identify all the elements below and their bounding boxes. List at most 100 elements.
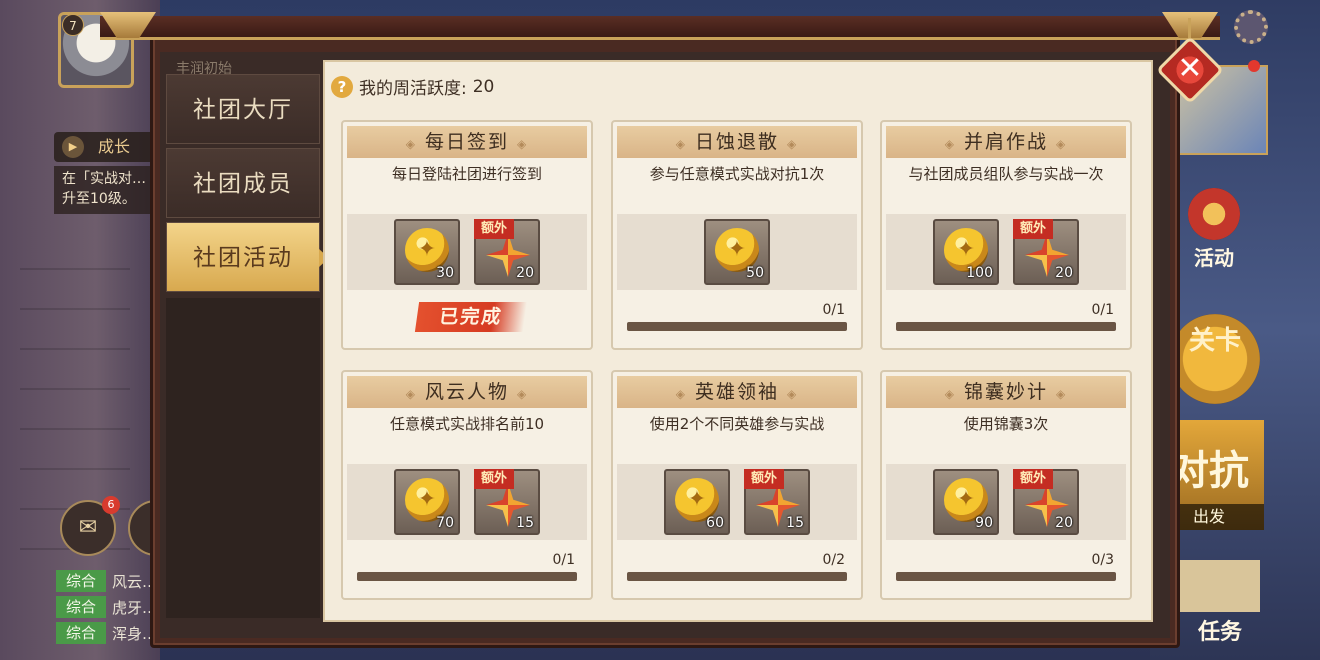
help-icon[interactable]: ? (331, 75, 353, 98)
card-title-text: 风云人物 (424, 381, 509, 403)
ornament-icon: ◈ (944, 387, 956, 401)
activity-card[interactable]: ◈ 每日签到 ◈ 每日登陆社团进行签到 30 额外 20 已完成 (341, 120, 593, 350)
mail-badge: 6 (102, 496, 120, 514)
ornament-icon: ◈ (787, 387, 799, 401)
background-building (0, 0, 160, 660)
reward-strip: 30 额外 20 (347, 214, 587, 290)
progress-text: 0/3 (1091, 552, 1114, 568)
mail-icon: ✉ (78, 515, 98, 540)
progress-bar (357, 572, 577, 581)
reward-amount: 20 (516, 265, 534, 281)
card-title: ◈ 锦囊妙计 ◈ (886, 376, 1126, 408)
card-description: 与社团成员组队参与实战一次 (908, 165, 1104, 183)
tab-club-activities[interactable]: 社团活动 (166, 222, 329, 292)
chat-channel-tag: 综合 (56, 622, 106, 644)
play-icon: ▶ (62, 136, 84, 158)
weekly-activity-label: 我的周活跃度: (359, 79, 467, 99)
ornament-icon: ◈ (405, 387, 417, 401)
reward-item[interactable]: 60 (664, 469, 730, 535)
extra-tag: 额外 (1013, 469, 1053, 489)
extra-tag: 额外 (474, 469, 514, 489)
reward-amount: 15 (516, 515, 534, 531)
activity-card[interactable]: ◈ 锦囊妙计 ◈ 使用锦囊3次 90 额外 20 0/3 (880, 370, 1132, 600)
notification-dot (1248, 60, 1260, 72)
card-title-text: 每日签到 (424, 131, 509, 153)
reward-amount: 90 (975, 515, 993, 531)
activity-card[interactable]: ◈ 英雄领袖 ◈ 使用2个不同英雄参与实战 60 额外 15 0/2 (611, 370, 863, 600)
card-description: 每日登陆社团进行签到 (391, 165, 542, 183)
ornament-icon: ◈ (675, 387, 687, 401)
reward-amount: 70 (436, 515, 454, 531)
reward-strip: 70 额外 15 (347, 464, 587, 540)
reward-item[interactable]: 额外 15 (474, 469, 540, 535)
task-button[interactable]: 任务 (1180, 560, 1260, 650)
card-description: 使用锦囊3次 (963, 415, 1049, 433)
activity-card[interactable]: ◈ 日蚀退散 ◈ 参与任意模式实战对抗1次 50 0/1 (611, 120, 863, 350)
activities-content: ? 我的周活跃度: 20 ◈ 每日签到 ◈ 每日登陆社团进行签到 30 额外 20 已完成 ◈ 日… (323, 60, 1153, 622)
growth-description: 在「实战对…升至10级。 (54, 166, 154, 214)
extra-tag: 额外 (474, 219, 514, 239)
chat-channel-tag: 综合 (56, 570, 106, 592)
progress-bar (896, 572, 1116, 581)
activity-button[interactable]: 活动 (1176, 188, 1252, 270)
growth-button[interactable]: ▶ 成长 (54, 132, 154, 162)
reward-item[interactable]: 额外 20 (1013, 219, 1079, 285)
settings-gear-icon[interactable] (1234, 10, 1268, 44)
card-title-text: 锦囊妙计 (963, 381, 1048, 403)
ornament-icon: ◈ (944, 137, 956, 151)
weekly-activity-header: ? 我的周活跃度: 20 (331, 74, 494, 99)
reward-amount: 20 (1055, 515, 1073, 531)
card-description: 参与任意模式实战对抗1次 (649, 165, 825, 183)
reward-strip: 100 额外 20 (886, 214, 1126, 290)
reward-strip: 90 额外 20 (886, 464, 1126, 540)
extra-tag: 额外 (1013, 219, 1053, 239)
reward-amount: 30 (436, 265, 454, 281)
progress-bar (627, 572, 847, 581)
reward-amount: 100 (966, 265, 993, 281)
progress-text: 0/1 (822, 302, 845, 318)
reward-amount: 60 (706, 515, 724, 531)
card-title: ◈ 英雄领袖 ◈ (617, 376, 857, 408)
progress-bar (896, 322, 1116, 331)
card-title: ◈ 每日签到 ◈ (347, 126, 587, 158)
close-icon: ✕ (1177, 51, 1203, 86)
reward-item[interactable]: 70 (394, 469, 460, 535)
reward-item[interactable]: 30 (394, 219, 460, 285)
activity-card[interactable]: ◈ 并肩作战 ◈ 与社团成员组队参与实战一次 100 额外 20 0/1 (880, 120, 1132, 350)
reward-item[interactable]: 50 (704, 219, 770, 285)
activity-card[interactable]: ◈ 风云人物 ◈ 任意模式实战排名前10 70 额外 15 0/1 (341, 370, 593, 600)
reward-strip: 60 额外 15 (617, 464, 857, 540)
ornament-icon: ◈ (517, 387, 529, 401)
progress-bar (627, 322, 847, 331)
reward-item[interactable]: 额外 15 (744, 469, 810, 535)
reward-amount: 15 (786, 515, 804, 531)
progress-text: 0/1 (1091, 302, 1114, 318)
tab-club-members[interactable]: 社团成员 (166, 148, 320, 218)
card-title-text: 并肩作战 (963, 131, 1048, 153)
stage-button[interactable]: 关卡 (1170, 314, 1260, 404)
card-title: ◈ 并肩作战 ◈ (886, 126, 1126, 158)
reward-item[interactable]: 额外 20 (1013, 469, 1079, 535)
reward-strip: 50 (617, 214, 857, 290)
weekly-activity-value: 20 (472, 76, 495, 97)
ornament-icon: ◈ (1056, 137, 1068, 151)
card-description: 使用2个不同英雄参与实战 (649, 415, 825, 433)
card-description: 任意模式实战排名前10 (389, 415, 545, 433)
ornament-icon: ◈ (675, 137, 687, 151)
growth-label: 成长 (98, 137, 131, 156)
reward-amount: 50 (746, 265, 764, 281)
tab-club-hall[interactable]: 社团大厅 (166, 74, 320, 144)
frame-top-beam (100, 16, 1220, 40)
ornament-icon: ◈ (405, 137, 417, 151)
card-title: ◈ 风云人物 ◈ (347, 376, 587, 408)
extra-tag: 额外 (744, 469, 784, 489)
card-title-text: 日蚀退散 (694, 131, 779, 153)
player-level-badge: 7 (62, 14, 84, 36)
progress-text: 0/2 (822, 552, 845, 568)
club-tab-menu: 社团大厅 社团成员 社团活动 (166, 60, 329, 618)
lantern-icon (1188, 188, 1240, 240)
completed-stamp: 已完成 (414, 302, 528, 332)
reward-item[interactable]: 额外 20 (474, 219, 540, 285)
reward-item[interactable]: 90 (933, 469, 999, 535)
reward-item[interactable]: 100 (933, 219, 999, 285)
